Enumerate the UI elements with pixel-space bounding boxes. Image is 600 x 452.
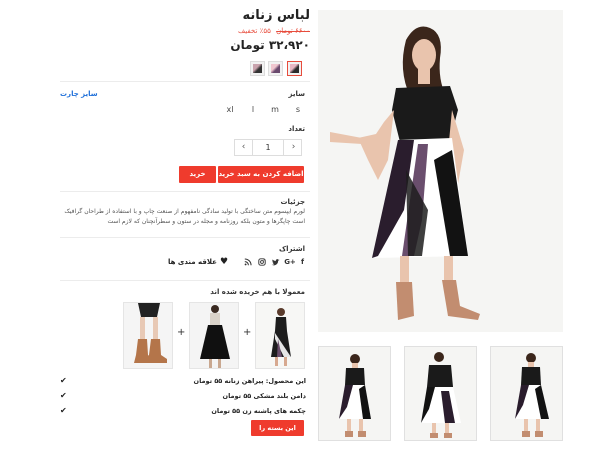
size-option-l[interactable]: l: [246, 103, 260, 117]
heart-icon: ♥: [219, 257, 229, 267]
thumbnail-photo: [405, 347, 476, 440]
twitter-icon[interactable]: [271, 258, 280, 267]
boots-thumbnail: [124, 303, 172, 368]
bundle-item-name: چکمه های پاشنه زن: [242, 407, 306, 415]
thumbnail-image-1[interactable]: [318, 346, 391, 441]
size-label: سایز: [288, 90, 306, 98]
quantity-value[interactable]: 1: [252, 140, 284, 155]
instagram-icon[interactable]: [257, 258, 266, 267]
size-option-s[interactable]: s: [291, 103, 305, 117]
buy-bundle-button[interactable]: این بسته را بخرید: [251, 420, 304, 448]
plus-icon: +: [177, 327, 186, 338]
bundle-image-dress[interactable]: [255, 302, 305, 369]
color-swatch-2[interactable]: [268, 61, 283, 76]
discount-badge: ۵۵٪ تخفیف: [238, 27, 271, 35]
thumbnail-photo: [319, 347, 390, 440]
quantity-increase-button[interactable]: ›: [285, 140, 302, 155]
price-old: ۶۶۰۰ تومان ۵۵٪ تخفیف: [200, 27, 310, 35]
plus-icon: +: [243, 327, 252, 338]
bundle-item-price: ۵۵ تومان: [222, 392, 252, 400]
divider: [60, 280, 310, 281]
bundle-item-price: ۵۵ تومان: [211, 407, 241, 415]
google-plus-icon[interactable]: G+: [284, 258, 296, 267]
quantity-stepper: ‹ 1 ›: [234, 139, 302, 156]
old-price: ۶۶۰۰ تومان: [276, 27, 310, 35]
quantity-decrease-button[interactable]: ‹: [235, 140, 252, 155]
checkmark-icon[interactable]: ✔: [60, 407, 68, 415]
divider: [60, 81, 310, 82]
share-label: اشتراک: [278, 245, 305, 253]
thumbnail-photo: [491, 347, 562, 440]
color-swatch-3[interactable]: [287, 61, 302, 76]
size-option-xl[interactable]: xl: [223, 103, 237, 117]
thumbnail-image-2[interactable]: [404, 346, 477, 441]
facebook-icon[interactable]: f: [298, 258, 307, 267]
bundle-image-skirt[interactable]: [189, 302, 239, 369]
add-to-cart-button[interactable]: اضافه کردن به سبد خرید: [218, 166, 304, 183]
bundle-title: معمولا با هم خریده شده اند: [210, 288, 305, 296]
divider: [60, 191, 310, 192]
wishlist-label: علاقه مندی ها: [168, 258, 217, 266]
thumbnail-image-3[interactable]: [490, 346, 563, 441]
bundle-item-2: دامن بلند مشکی ۵۵ تومان: [180, 392, 306, 400]
quantity-label: تعداد: [288, 125, 305, 133]
main-product-image[interactable]: [318, 10, 563, 332]
product-title: لباس زنانه: [242, 8, 310, 23]
buy-button[interactable]: خرید: [179, 166, 216, 183]
divider: [60, 237, 310, 238]
color-swatch-1[interactable]: [250, 61, 265, 76]
checkmark-icon[interactable]: ✔: [60, 392, 68, 400]
dress-thumbnail: [256, 303, 304, 368]
size-chart-link[interactable]: سایز چارت: [60, 90, 98, 98]
bundle-item-1: این محصول: پیراهن زنانه ۵۵ تومان: [180, 377, 306, 385]
checkmark-icon[interactable]: ✔: [60, 377, 68, 385]
size-option-m[interactable]: m: [268, 103, 282, 117]
product-price: ۳۲،۹۲۰ تومان: [230, 38, 310, 52]
details-label: جزئیات: [280, 198, 305, 206]
skirt-thumbnail: [190, 303, 238, 368]
bundle-item-name: این محصول: پیراهن زنانه: [224, 377, 306, 385]
bundle-item-price: ۵۵ تومان: [193, 377, 223, 385]
model-photo: [318, 10, 563, 332]
bundle-image-boots[interactable]: [123, 302, 173, 369]
bundle-item-name: دامن بلند مشکی: [253, 392, 306, 400]
rss-icon[interactable]: [243, 258, 252, 267]
details-text: لورم ایپسوم متن ساختگی با تولید سادگی نا…: [64, 208, 305, 225]
wishlist-link[interactable]: ♥علاقه مندی ها: [168, 257, 228, 267]
bundle-item-3: چکمه های پاشنه زن ۵۵ تومان: [180, 407, 306, 415]
